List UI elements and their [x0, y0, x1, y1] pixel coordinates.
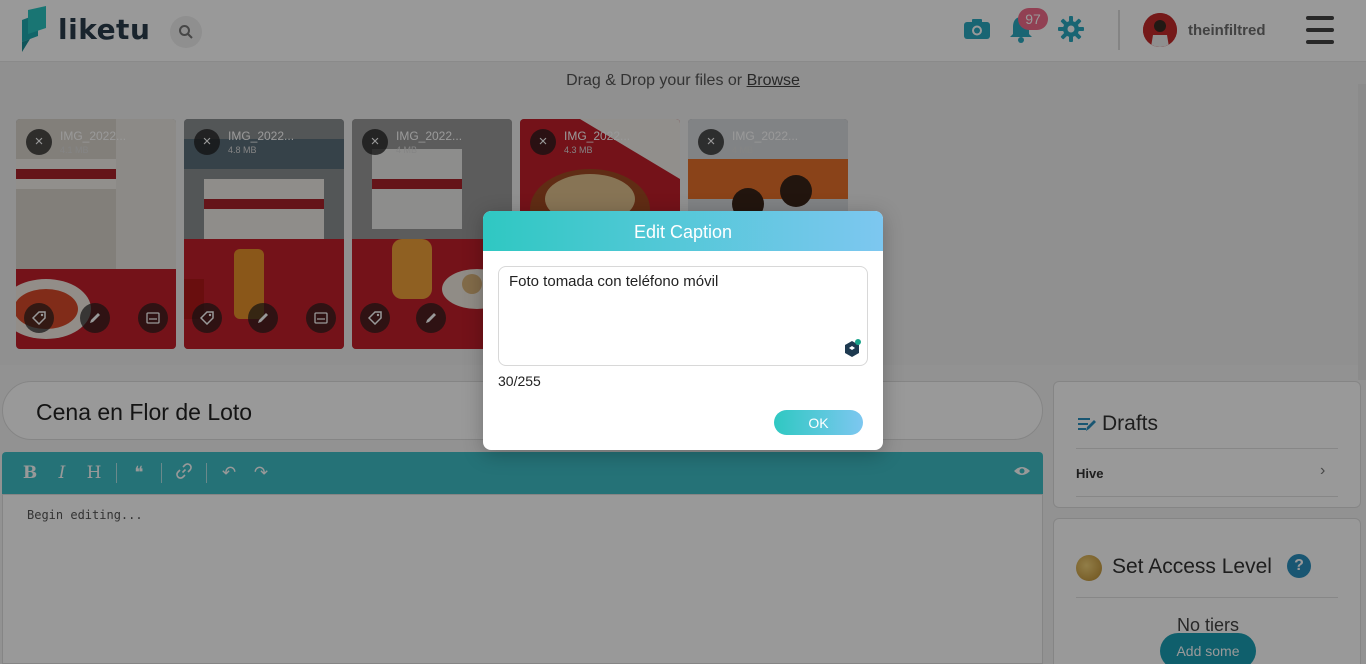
- caption-textarea[interactable]: Foto tomada con teléfono móvil: [498, 266, 868, 366]
- ok-button[interactable]: OK: [774, 410, 863, 435]
- dialog-title: Edit Caption: [483, 211, 883, 251]
- grammarly-icon[interactable]: [843, 339, 861, 359]
- caption-text: Foto tomada con teléfono móvil: [509, 273, 719, 290]
- edit-caption-dialog: Edit Caption Foto tomada con teléfono mó…: [483, 211, 883, 450]
- character-counter: 30/255: [498, 373, 541, 389]
